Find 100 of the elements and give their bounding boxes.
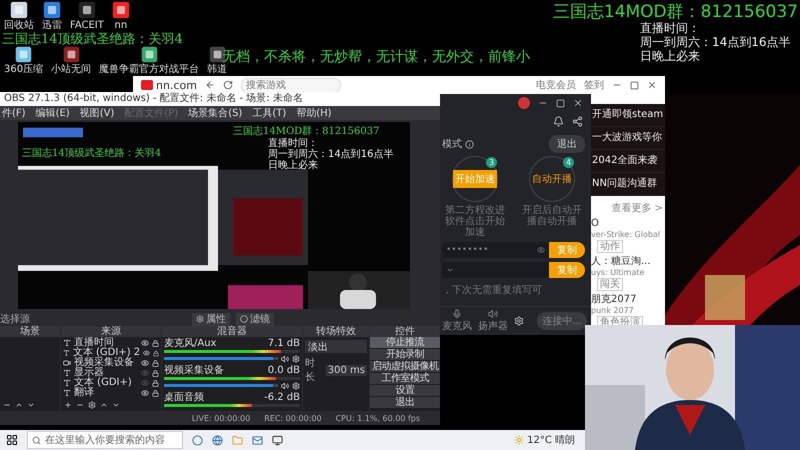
menu-item[interactable]: 编辑(E) — [36, 106, 70, 120]
control-button[interactable]: 启动虚拟摄像机 — [370, 361, 440, 374]
source-item[interactable]: 翻译 — [63, 388, 159, 398]
preview-text: 直播时间： — [268, 138, 318, 149]
speaker-control[interactable]: 扬声器 — [478, 309, 508, 333]
more-link[interactable]: 查看更多 > — [611, 201, 663, 215]
control-button[interactable]: 退出 — [370, 397, 440, 410]
icon-label: nn — [114, 20, 128, 31]
settings-icon[interactable] — [292, 354, 300, 363]
control-button[interactable]: 停止推流 — [370, 337, 440, 350]
search-field[interactable]: 搜索游戏 — [240, 78, 341, 92]
sun-icon — [514, 435, 524, 445]
lock-icon[interactable] — [152, 340, 159, 347]
maximize-icon[interactable] — [630, 80, 639, 90]
game-subtitle: uys: Ultimate — [591, 268, 646, 277]
search-field[interactable]: 在这里输入你要搜索的内容 — [27, 431, 183, 449]
step-badge: 3 — [486, 157, 497, 168]
app-icon[interactable] — [43, 1, 61, 19]
source-item[interactable]: 显示器 — [63, 368, 159, 378]
control-button[interactable]: 设置 — [370, 385, 440, 398]
mic-icon — [452, 309, 462, 319]
key-field[interactable]: •••••••• — [442, 242, 549, 258]
dock-title: 控件 — [370, 326, 440, 338]
menu-item[interactable]: 件(F) — [2, 106, 26, 120]
channel-reading: 7.1 dB — [268, 338, 300, 350]
speaker-icon[interactable] — [281, 382, 289, 390]
refresh-icon[interactable] — [222, 80, 233, 90]
source-item[interactable]: 直播时间 — [63, 338, 159, 348]
menu-item[interactable]: 视图(V) — [80, 106, 114, 120]
game-subtitle: punk 2077 — [591, 306, 635, 315]
channel-name: 视频采集设备 — [164, 365, 224, 376]
preview-text: 日晚上必来 — [268, 160, 318, 171]
camera-icon — [63, 359, 71, 368]
avatar — [518, 97, 530, 109]
browser-icon[interactable] — [212, 434, 223, 446]
back-icon[interactable] — [204, 80, 215, 90]
visibility-icon[interactable] — [141, 359, 149, 368]
step-description: 第二方程改进软件点击开始加速 — [444, 205, 506, 238]
source-item[interactable]: 视频采集设备 — [63, 358, 159, 368]
icon-label: 魔兽争霸官方对战平台 — [99, 64, 200, 75]
info-icon[interactable] — [465, 140, 474, 148]
app-icon[interactable] — [15, 46, 32, 63]
volume-slider[interactable] — [164, 384, 278, 388]
duration-field[interactable]: 300 ms — [326, 364, 367, 376]
game-subtitle: ver-Strike: Global — [591, 230, 662, 239]
app-icon[interactable] — [62, 46, 80, 63]
speaker-icon[interactable] — [281, 354, 289, 363]
text-icon — [63, 379, 71, 388]
icon-label: FACEIT — [70, 20, 104, 31]
add-icon[interactable] — [64, 401, 72, 410]
lock-icon[interactable] — [152, 370, 159, 377]
menu-item[interactable]: 场景集合(S) — [188, 106, 242, 120]
menu-item[interactable]: 工具(T) — [252, 106, 286, 120]
toolbar-link[interactable]: 电竞会员 — [536, 78, 576, 92]
key-field[interactable] — [442, 262, 549, 278]
site-logo: nn.com — [141, 78, 197, 92]
visibility-icon[interactable] — [141, 389, 149, 398]
schedule-line: 周一到周六：14点到16点半 — [640, 35, 791, 49]
mail-icon[interactable] — [252, 434, 263, 446]
icon-label: 回收站 — [4, 20, 34, 31]
lock-icon[interactable] — [153, 350, 159, 357]
exit-button[interactable]: 退出 — [549, 135, 585, 153]
lock-icon[interactable] — [152, 360, 159, 367]
app-icon[interactable] — [140, 46, 158, 63]
toolbar-link[interactable]: 签到 — [584, 78, 604, 92]
monitor-icon[interactable] — [272, 434, 283, 446]
search-icon — [32, 436, 41, 444]
app-icon[interactable] — [78, 1, 96, 19]
game-title: O — [591, 218, 600, 229]
duration-label: 时长 — [305, 356, 316, 384]
settings-icon[interactable] — [514, 316, 524, 326]
volume-slider[interactable] — [164, 357, 278, 360]
maximize-icon[interactable] — [556, 98, 565, 108]
toolbar-button[interactable]: 滤镜 — [236, 312, 274, 326]
bell-icon[interactable] — [553, 116, 564, 126]
close-icon[interactable] — [573, 98, 583, 108]
toolbar-button[interactable]: 属性 — [192, 312, 230, 326]
visibility-icon[interactable] — [143, 349, 150, 358]
start-icon[interactable] — [6, 434, 18, 446]
lock-icon[interactable] — [152, 380, 159, 387]
menu-item[interactable]: 帮助(H) — [296, 106, 332, 120]
preview-text: 三国志14顶级武圣绝路：关羽4 — [22, 146, 162, 160]
app-icon[interactable] — [112, 1, 130, 19]
transition-select[interactable]: 淡出 — [305, 340, 367, 354]
control-button[interactable]: 工作室模式 — [370, 373, 440, 386]
weather-widget[interactable]: 12°C 晴朗 — [514, 433, 575, 447]
text-icon — [63, 369, 71, 378]
dropdown-icon[interactable] — [446, 266, 454, 274]
app-icon[interactable] — [10, 1, 28, 19]
lock-icon[interactable] — [152, 390, 159, 397]
schedule-line: 日晚上必来 — [640, 49, 700, 63]
settings-icon[interactable] — [292, 382, 300, 390]
channel-reading: -6.2 dB — [264, 392, 300, 404]
close-icon[interactable] — [647, 80, 657, 90]
mic-control[interactable]: 麦克风 — [442, 309, 472, 333]
visibility-icon[interactable] — [141, 339, 149, 348]
share-icon[interactable] — [572, 116, 583, 126]
eye-icon[interactable] — [537, 246, 545, 254]
control-button[interactable]: 开始录制 — [370, 349, 440, 362]
settings-icon[interactable] — [88, 401, 96, 410]
